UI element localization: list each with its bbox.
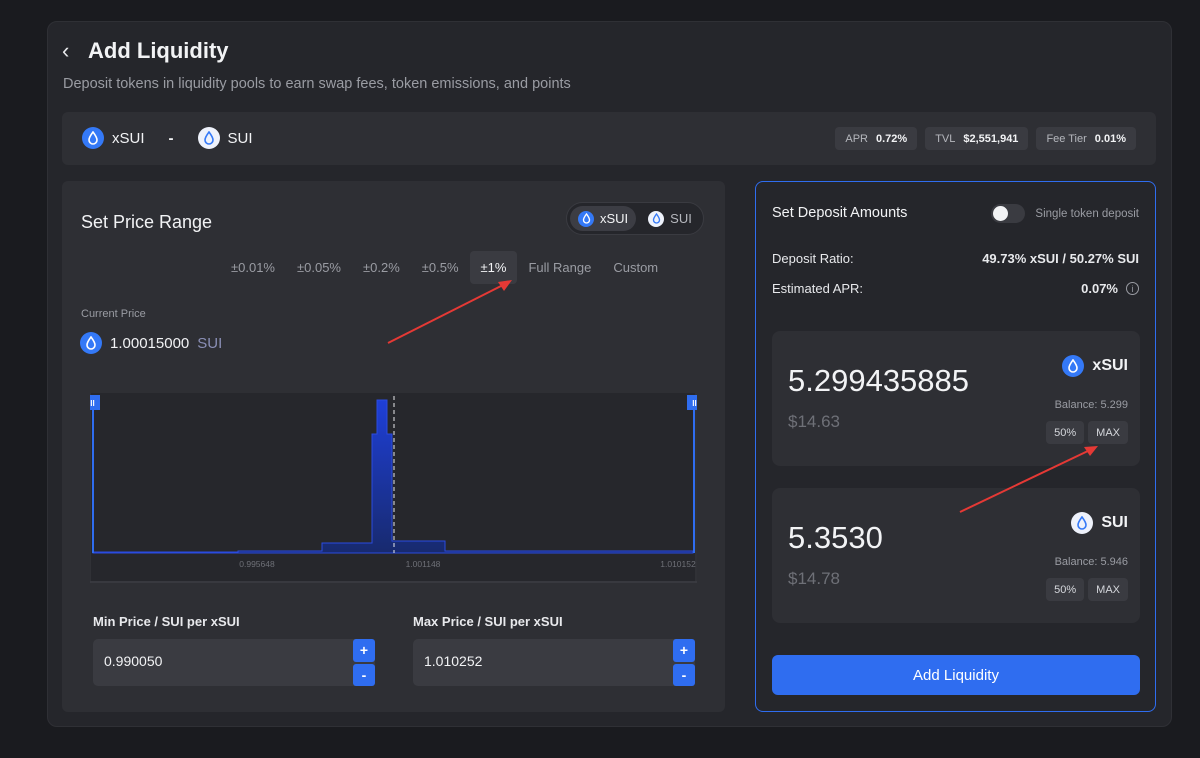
max-handle-grip-icon: ll xyxy=(692,399,696,408)
min-price-stepper: + - xyxy=(353,639,375,686)
xsui-balance: Balance: 5.299 xyxy=(1054,399,1128,411)
max-price-decrement-button[interactable]: - xyxy=(673,663,695,686)
max-price-stepper: + - xyxy=(673,639,695,686)
xsui-token: xSUI xyxy=(1062,355,1128,377)
estimated-apr-value: 0.07% i xyxy=(1081,281,1139,296)
current-price-unit: SUI xyxy=(197,334,223,352)
chart-tick-0: 0.995648 xyxy=(239,559,275,569)
max-price-increment-button[interactable]: + xyxy=(673,639,695,662)
current-price-value: 1.00015000 xyxy=(110,334,190,352)
sui-token-icon xyxy=(1071,512,1094,534)
xsui-token-icon xyxy=(80,332,102,354)
estimated-apr-label: Estimated APR: xyxy=(772,281,864,296)
pair-separator: - xyxy=(168,129,174,147)
range-0-05[interactable]: ±0.05% xyxy=(286,251,352,284)
liquidity-distribution-chart: ll ll 0.995648 1.001148 1.010152 xyxy=(90,393,697,583)
single-token-toggle: Single token deposit xyxy=(991,204,1139,223)
min-price-increment-button[interactable]: + xyxy=(353,639,375,662)
pool-stats: APR 0.72% TVL $2,551,941 Fee Tier 0.01% xyxy=(835,127,1136,150)
sui-token-icon xyxy=(648,210,665,227)
xsui-deposit-card: 5.299435885 $14.63 xSUI Balance: 5.299 5… xyxy=(772,331,1140,466)
deposit-title: Set Deposit Amounts xyxy=(772,205,908,221)
min-price-field: + - xyxy=(93,639,375,686)
sui-50-button[interactable]: 50% xyxy=(1046,578,1085,601)
back-chevron-icon[interactable]: ‹ xyxy=(62,39,76,63)
sui-amount[interactable]: 5.3530 xyxy=(788,520,883,556)
token-a-label: xSUI xyxy=(112,129,145,147)
estimated-apr-row: Estimated APR: 0.07% i xyxy=(772,281,1139,296)
max-price-input[interactable] xyxy=(424,653,664,669)
range-custom[interactable]: Custom xyxy=(602,251,669,284)
xsui-token-icon xyxy=(82,127,104,149)
info-icon[interactable]: i xyxy=(1126,282,1139,295)
single-token-switch[interactable] xyxy=(991,204,1026,223)
deposit-ratio-value: 49.73% xSUI / 50.27% SUI xyxy=(982,251,1139,266)
pair-tokens: xSUI - SUI xyxy=(82,127,253,149)
token-b-label: SUI xyxy=(227,129,253,147)
page-title: Add Liquidity xyxy=(88,38,229,63)
page-header: ‹ Add Liquidity xyxy=(62,38,229,64)
xsui-quick-buttons: 50% MAX xyxy=(1046,421,1128,444)
stat-fee-tier: Fee Tier 0.01% xyxy=(1036,127,1136,150)
price-range-panel: Set Price Range xSUI SUI ±0.01% ±0.05% ±… xyxy=(62,181,725,712)
max-price-box: Max Price / SUI per xSUI + - xyxy=(413,614,695,686)
min-handle-grip-icon: ll xyxy=(90,399,94,408)
min-price-decrement-button[interactable]: - xyxy=(353,663,375,686)
pair-bar: xSUI - SUI APR 0.72% TVL $2,551,941 Fee Ti… xyxy=(62,112,1156,165)
min-price-input[interactable] xyxy=(104,653,344,669)
stat-tvl: TVL $2,551,941 xyxy=(925,127,1029,150)
range-0-5[interactable]: ±0.5% xyxy=(411,251,470,284)
min-price-box: Min Price / SUI per xSUI + - xyxy=(93,614,375,686)
range-full[interactable]: Full Range xyxy=(517,251,602,284)
sui-token-icon xyxy=(197,127,220,149)
max-price-field: + - xyxy=(413,639,695,686)
current-price: 1.00015000 SUI xyxy=(80,332,222,354)
sui-deposit-card: 5.3530 $14.78 SUI Balance: 5.946 50% MAX xyxy=(772,488,1140,623)
xsui-50-button[interactable]: 50% xyxy=(1046,421,1085,444)
xsui-token-icon xyxy=(578,210,594,227)
max-price-label: Max Price / SUI per xSUI xyxy=(413,614,563,629)
sui-max-button[interactable]: MAX xyxy=(1088,578,1128,601)
stat-apr: APR 0.72% xyxy=(835,127,918,150)
sui-token: SUI xyxy=(1071,512,1128,534)
range-1[interactable]: ±1% xyxy=(469,251,518,284)
page-subtitle: Deposit tokens in liquidity pools to ear… xyxy=(63,76,571,92)
sui-balance: Balance: 5.946 xyxy=(1054,556,1128,568)
xsui-usd-value: $14.63 xyxy=(788,412,840,431)
sui-usd-value: $14.78 xyxy=(788,569,840,588)
sui-quick-buttons: 50% MAX xyxy=(1046,578,1128,601)
deposit-ratio-row: Deposit Ratio: 49.73% xSUI / 50.27% SUI xyxy=(772,251,1139,266)
xsui-max-button[interactable]: MAX xyxy=(1088,421,1128,444)
denomination-toggle: xSUI SUI xyxy=(566,202,704,235)
deposit-panel: Set Deposit Amounts Single token deposit… xyxy=(755,181,1156,712)
xsui-token-icon xyxy=(1062,355,1085,377)
range-presets: ±0.01% ±0.05% ±0.2% ±0.5% ±1% Full Range… xyxy=(220,251,669,284)
toggle-sui[interactable]: SUI xyxy=(640,206,700,231)
add-liquidity-button[interactable]: Add Liquidity xyxy=(772,655,1140,695)
toggle-xsui[interactable]: xSUI xyxy=(570,206,637,231)
deposit-ratio-label: Deposit Ratio: xyxy=(772,251,854,266)
single-token-label: Single token deposit xyxy=(1035,207,1139,220)
range-0-2[interactable]: ±0.2% xyxy=(352,251,411,284)
range-0-01[interactable]: ±0.01% xyxy=(220,251,286,284)
xsui-amount[interactable]: 5.299435885 xyxy=(788,363,969,399)
chart-tick-1: 1.001148 xyxy=(406,559,441,569)
price-range-title: Set Price Range xyxy=(81,212,213,232)
chart-tick-2: 1.010152 xyxy=(660,559,696,569)
min-price-label: Min Price / SUI per xSUI xyxy=(93,614,240,629)
current-price-label: Current Price xyxy=(81,308,146,320)
